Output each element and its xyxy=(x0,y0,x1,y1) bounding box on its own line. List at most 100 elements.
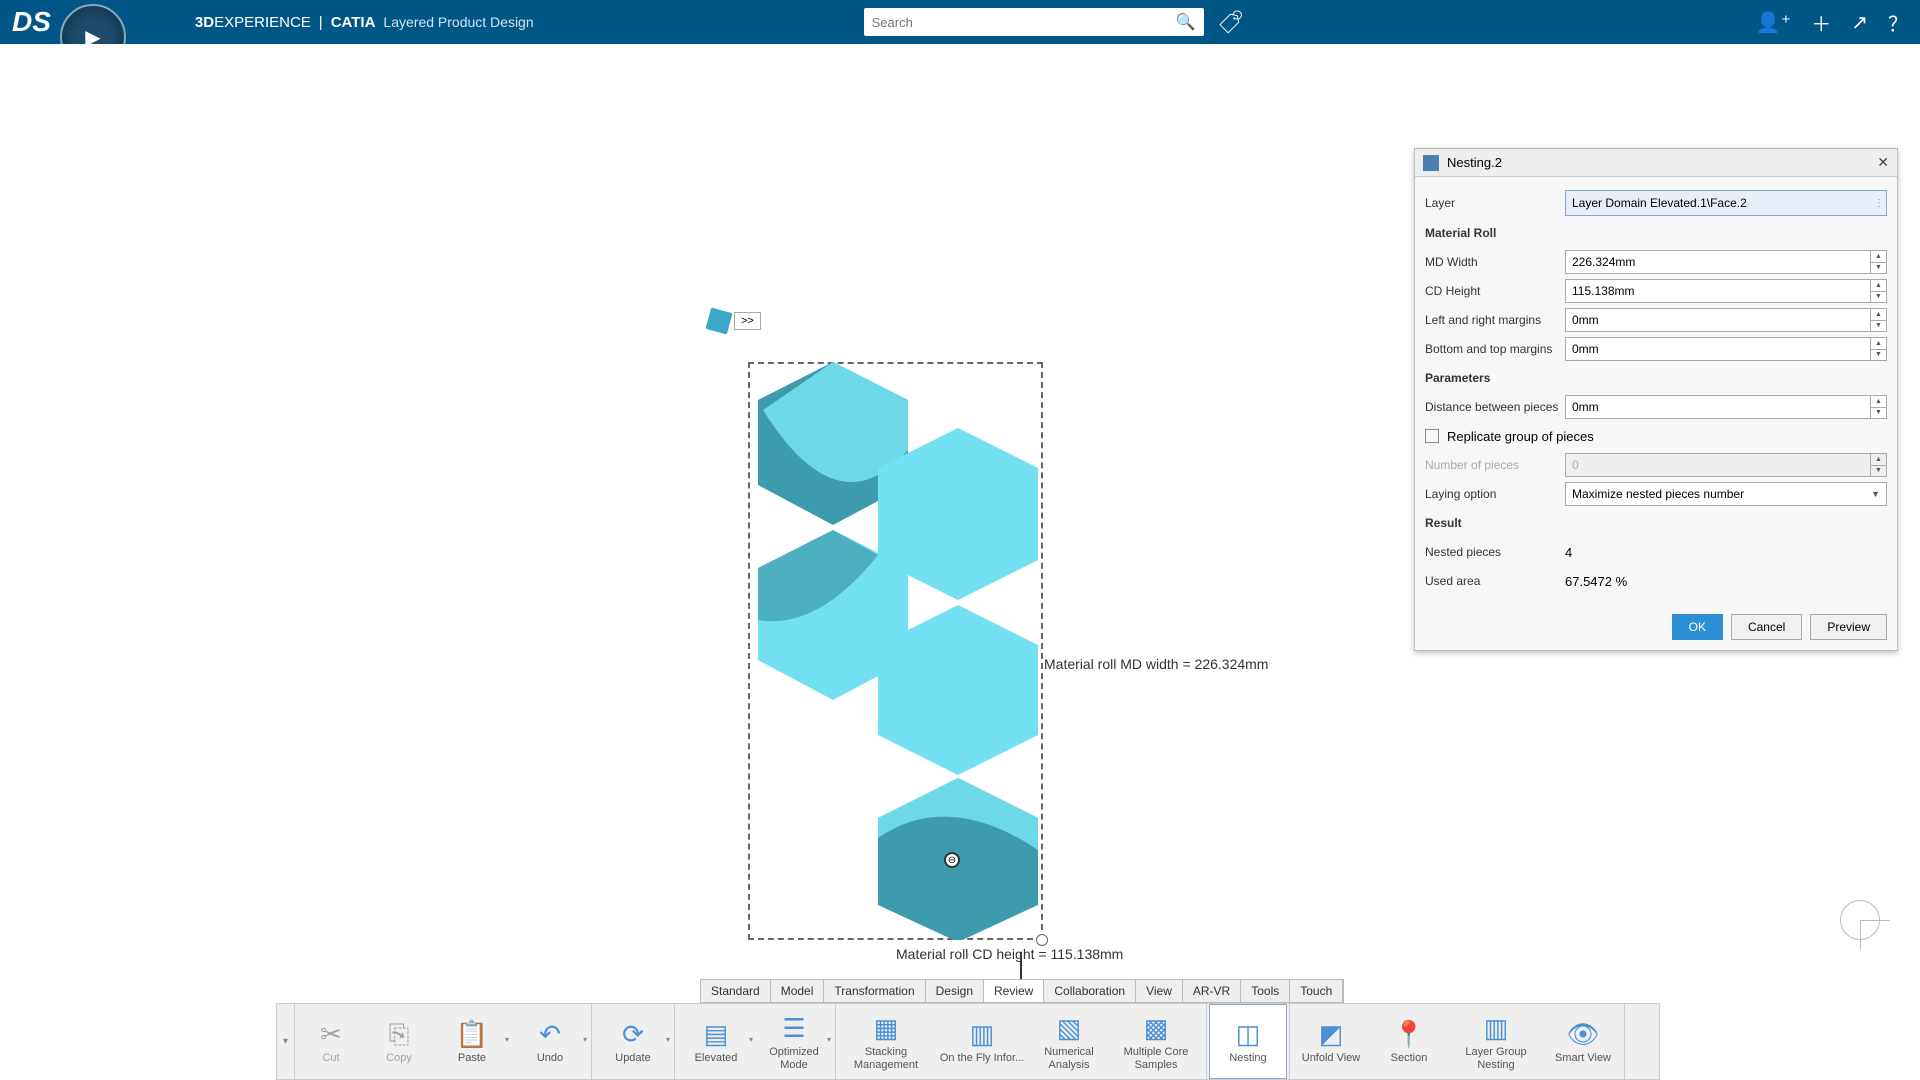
brand-text: 3DEXPERIENCE xyxy=(195,14,311,31)
user-icon[interactable]: 👤⁺ xyxy=(1756,10,1791,35)
nesting-icon: ◫ xyxy=(1231,1018,1265,1050)
ribbon-tabs: Standard Model Transformation Design Rev… xyxy=(700,979,1344,1003)
piece-tag[interactable]: >> xyxy=(708,310,761,332)
layer-select[interactable]: Layer Domain Elevated.1\Face.2⋮ xyxy=(1565,190,1887,216)
replicate-label: Replicate group of pieces xyxy=(1447,429,1594,444)
lr-margins-label: Left and right margins xyxy=(1425,313,1565,327)
parameters-section: Parameters xyxy=(1425,371,1565,385)
dialog-icon xyxy=(1423,155,1439,171)
optimized-button[interactable]: ☰Optimized Mode▾ xyxy=(755,1004,833,1079)
cancel-button[interactable]: Cancel xyxy=(1731,614,1802,640)
search-input[interactable] xyxy=(872,15,1176,30)
used-area-label: Used area xyxy=(1425,574,1565,588)
layer-label: Layer xyxy=(1425,196,1565,210)
section-button[interactable]: 📍Section xyxy=(1370,1004,1448,1079)
scissors-icon: ✂ xyxy=(314,1018,348,1050)
replicate-checkbox[interactable] xyxy=(1425,429,1439,443)
tab-transformation[interactable]: Transformation xyxy=(824,980,925,1002)
bt-margins-label: Bottom and top margins xyxy=(1425,342,1565,356)
dist-label: Distance between pieces xyxy=(1425,400,1565,414)
tab-collaboration[interactable]: Collaboration xyxy=(1044,980,1136,1002)
info-icon: ▥ xyxy=(965,1018,999,1050)
md-width-label: MD Width xyxy=(1425,255,1565,269)
dialog-titlebar[interactable]: Nesting.2 ✕ xyxy=(1415,149,1897,177)
tab-review[interactable]: Review xyxy=(984,980,1044,1002)
section-icon: 📍 xyxy=(1392,1018,1426,1050)
ribbon-toolbar: ▾ ✂Cut ⎘Copy 📋Paste▾ ↶Undo▾ ⟳Update▾ ▤El… xyxy=(276,1003,1660,1080)
header-right: 👤⁺ ＋ ↗ ？ xyxy=(1756,8,1908,37)
nesting-dialog: Nesting.2 ✕ Layer Layer Domain Elevated.… xyxy=(1414,148,1898,651)
dist-input[interactable]: 0mm▲▼ xyxy=(1565,395,1887,419)
tab-design[interactable]: Design xyxy=(926,980,984,1002)
lr-margins-input[interactable]: 0mm▲▼ xyxy=(1565,308,1887,332)
cut-button[interactable]: ✂Cut xyxy=(297,1004,365,1079)
num-pieces-input: 0▲▼ xyxy=(1565,453,1887,477)
layergroup-button[interactable]: ▥Layer Group Nesting xyxy=(1448,1004,1544,1079)
analysis-icon: ▧ xyxy=(1052,1012,1086,1044)
center-marker-icon: ⊖ xyxy=(944,852,960,868)
stacking-button[interactable]: ▦Stacking Management xyxy=(838,1004,934,1079)
title-block: 3DEXPERIENCE | CATIA Layered Product Des… xyxy=(195,14,534,31)
layers-icon: ▤ xyxy=(699,1018,733,1050)
search-icon[interactable]: 🔍 xyxy=(1176,12,1196,32)
elevated-button[interactable]: ▤Elevated▾ xyxy=(677,1004,755,1079)
ok-button[interactable]: OK xyxy=(1672,614,1723,640)
smartview-button[interactable]: 👁Smart View xyxy=(1544,1004,1622,1079)
layergroup-icon: ▥ xyxy=(1479,1012,1513,1044)
cd-height-input[interactable]: 115.138mm▲▼ xyxy=(1565,279,1887,303)
result-section: Result xyxy=(1425,516,1565,530)
refresh-icon: ⟳ xyxy=(616,1018,650,1050)
md-width-input[interactable]: 226.324mm▲▼ xyxy=(1565,250,1887,274)
annotation-md-width: Material roll MD width = 226.324mm xyxy=(1044,656,1268,672)
app-name: Layered Product Design xyxy=(383,14,533,30)
eye-icon: 👁 xyxy=(1566,1018,1600,1050)
stack-icon: ☰ xyxy=(777,1012,811,1044)
stacking-icon: ▦ xyxy=(869,1012,903,1044)
share-icon[interactable]: ↗ xyxy=(1851,10,1868,35)
dimension-handle[interactable] xyxy=(1036,934,1048,946)
undo-icon: ↶ xyxy=(533,1018,567,1050)
clipboard-icon: 📋 xyxy=(455,1018,489,1050)
cd-height-label: CD Height xyxy=(1425,284,1565,298)
tab-view[interactable]: View xyxy=(1136,980,1183,1002)
toolbar-collapse-handle[interactable]: ▾ xyxy=(277,1004,295,1079)
ds-logo-icon: DS xyxy=(12,6,51,38)
divider: | xyxy=(319,14,323,31)
tab-standard[interactable]: Standard xyxy=(701,980,771,1002)
used-area-value: 67.5472 % xyxy=(1565,574,1887,589)
annotation-cd-height: Material roll CD height = 115.138mm xyxy=(896,946,1123,962)
undo-button[interactable]: ↶Undo▾ xyxy=(511,1004,589,1079)
copy-button[interactable]: ⎘Copy xyxy=(365,1004,433,1079)
unfold-button[interactable]: ◩Unfold View xyxy=(1292,1004,1370,1079)
tab-model[interactable]: Model xyxy=(771,980,825,1002)
update-button[interactable]: ⟳Update▾ xyxy=(594,1004,672,1079)
nested-pieces xyxy=(748,360,1043,940)
laying-dropdown[interactable]: Maximize nested pieces number xyxy=(1565,482,1887,506)
dialog-title-text: Nesting.2 xyxy=(1447,155,1502,170)
piece-expand-button[interactable]: >> xyxy=(734,312,761,330)
bt-margins-input[interactable]: 0mm▲▼ xyxy=(1565,337,1887,361)
onfly-button[interactable]: ▥On the Fly Infor... xyxy=(934,1004,1030,1079)
nested-pieces-value: 4 xyxy=(1565,545,1887,560)
multicore-button[interactable]: ▩Multiple Core Samples xyxy=(1108,1004,1204,1079)
copy-icon: ⎘ xyxy=(382,1018,416,1050)
tag-icon[interactable]: 🏷 xyxy=(1217,8,1243,36)
num-pieces-label: Number of pieces xyxy=(1425,458,1565,472)
plus-icon[interactable]: ＋ xyxy=(1811,8,1831,37)
preview-button[interactable]: Preview xyxy=(1810,614,1887,640)
nested-pieces-label: Nested pieces xyxy=(1425,545,1565,559)
close-icon[interactable]: ✕ xyxy=(1877,154,1889,171)
search-box[interactable]: 🔍 xyxy=(864,8,1204,36)
help-icon[interactable]: ？ xyxy=(1888,8,1908,37)
tab-tools[interactable]: Tools xyxy=(1241,980,1290,1002)
tab-touch[interactable]: Touch xyxy=(1290,980,1343,1002)
paste-button[interactable]: 📋Paste▾ xyxy=(433,1004,511,1079)
axis-gizmo[interactable] xyxy=(1830,890,1890,950)
nesting-button[interactable]: ◫Nesting xyxy=(1209,1004,1287,1079)
product-name: CATIA xyxy=(331,14,376,31)
grid-icon: ▩ xyxy=(1139,1012,1173,1044)
tab-arvr[interactable]: AR-VR xyxy=(1183,980,1241,1002)
numerical-button[interactable]: ▧Numerical Analysis xyxy=(1030,1004,1108,1079)
laying-label: Laying option xyxy=(1425,487,1565,501)
material-roll-section: Material Roll xyxy=(1425,226,1565,240)
